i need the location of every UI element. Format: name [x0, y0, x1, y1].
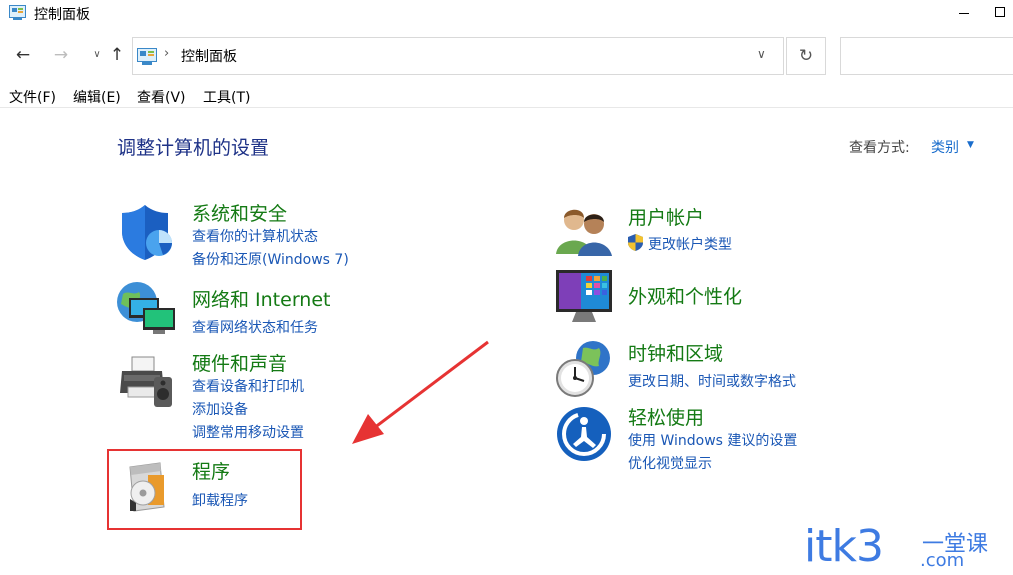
- maximize-icon: [995, 7, 1005, 17]
- link-change-date-time-format[interactable]: 更改日期、时间或数字格式: [628, 371, 796, 391]
- ease-of-access-icon: [557, 407, 611, 461]
- minimize-button[interactable]: [940, 0, 986, 28]
- category-user-accounts[interactable]: 用户帐户: [628, 203, 704, 230]
- menu-edit[interactable]: 编辑(E): [73, 87, 121, 107]
- uac-shield-icon: [628, 234, 643, 251]
- site-watermark-logo: itk3 一堂课 .com: [804, 522, 1004, 572]
- highlight-box: [107, 449, 302, 530]
- view-by-label: 查看方式:: [849, 140, 910, 156]
- category-hardware-sound[interactable]: 硬件和声音: [192, 349, 287, 376]
- search-input[interactable]: [840, 37, 1013, 75]
- maximize-button[interactable]: [986, 0, 1013, 28]
- menu-tools[interactable]: 工具(T): [203, 87, 250, 107]
- link-mobility-settings[interactable]: 调整常用移动设置: [192, 422, 304, 442]
- link-change-account-type[interactable]: 更改帐户类型: [648, 234, 732, 254]
- address-bar[interactable]: › 控制面板 ∨: [132, 37, 784, 75]
- window-title: 控制面板: [34, 7, 90, 23]
- refresh-button[interactable]: ↻: [786, 37, 826, 75]
- navigation-bar: ← → ∨ ↑ › 控制面板 ∨ ↻: [0, 34, 1013, 76]
- link-windows-recommended-settings[interactable]: 使用 Windows 建议的设置: [628, 430, 797, 450]
- title-bar: 控制面板: [0, 0, 1013, 28]
- category-clock-region[interactable]: 时钟和区域: [628, 339, 723, 366]
- link-view-computer-status[interactable]: 查看你的计算机状态: [192, 226, 318, 246]
- up-button[interactable]: ↑: [104, 42, 130, 68]
- address-dropdown-icon[interactable]: ∨: [757, 47, 766, 61]
- menu-view[interactable]: 查看(V): [137, 87, 186, 107]
- link-devices-printers[interactable]: 查看设备和打印机: [192, 376, 304, 396]
- link-add-device[interactable]: 添加设备: [192, 399, 248, 419]
- monitor-tiles-icon: [556, 270, 612, 322]
- category-appearance-personalization[interactable]: 外观和个性化: [628, 282, 742, 309]
- users-icon: [556, 209, 612, 256]
- chevron-down-icon[interactable]: ▼: [967, 140, 974, 150]
- link-optimize-visual-display[interactable]: 优化视觉显示: [628, 453, 712, 473]
- category-ease-of-access[interactable]: 轻松使用: [628, 403, 704, 430]
- printer-speaker-icon: [120, 356, 172, 407]
- back-button[interactable]: ←: [10, 42, 36, 68]
- breadcrumb-separator-icon: ›: [164, 46, 170, 61]
- control-panel-icon: [9, 5, 26, 20]
- category-network-internet[interactable]: 网络和 Internet: [192, 285, 330, 312]
- forward-button[interactable]: →: [48, 42, 74, 68]
- link-network-status[interactable]: 查看网络状态和任务: [192, 317, 318, 337]
- network-globe-icon: [117, 282, 175, 334]
- shield-icon: [122, 205, 172, 260]
- red-arrow-annotation: [352, 340, 489, 444]
- control-panel-icon: [137, 48, 157, 65]
- category-system-security[interactable]: 系统和安全: [192, 199, 287, 226]
- clock-globe-icon: [556, 341, 610, 397]
- page-title: 调整计算机的设置: [117, 137, 270, 159]
- watermark-brand: itk3: [804, 521, 884, 572]
- minimize-icon: [959, 13, 969, 14]
- menu-file[interactable]: 文件(F): [9, 87, 56, 107]
- view-by-dropdown[interactable]: 类别: [931, 137, 959, 157]
- breadcrumb-control-panel[interactable]: 控制面板: [181, 46, 237, 66]
- watermark-suffix: .com: [920, 550, 965, 571]
- menu-bar: 文件(F) 编辑(E) 查看(V) 工具(T): [0, 84, 1013, 108]
- link-backup-restore[interactable]: 备份和还原(Windows 7): [192, 249, 349, 269]
